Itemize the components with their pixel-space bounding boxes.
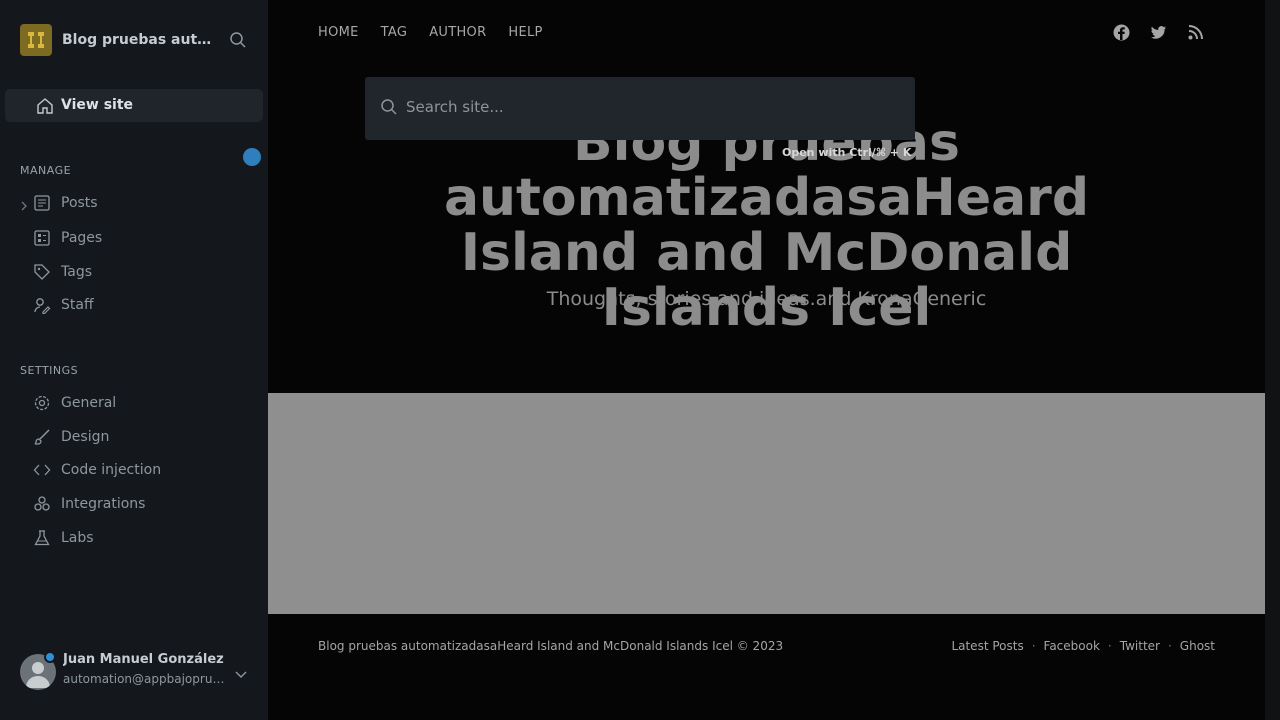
- site-search-box[interactable]: Search site...: [365, 77, 915, 140]
- chevron-right-icon[interactable]: [19, 197, 29, 211]
- sidebar-item-tags[interactable]: Tags: [33, 261, 253, 283]
- home-icon: [36, 97, 54, 115]
- search-input[interactable]: Search site...: [406, 98, 504, 116]
- sidebar-item-label: General: [61, 395, 117, 411]
- sidebar-item-label: Posts: [61, 195, 98, 211]
- gear-icon: [33, 394, 51, 412]
- sidebar-item-labs[interactable]: Labs: [33, 527, 253, 549]
- sidebar-item-label: Staff: [61, 297, 94, 313]
- site-brand[interactable]: Blog pruebas automatizadasaHeard Island …: [20, 24, 214, 56]
- feature-image-placeholder: [268, 393, 1265, 614]
- rss-icon[interactable]: [1187, 24, 1204, 41]
- footer-link-latest-posts[interactable]: Latest Posts: [951, 639, 1023, 653]
- footer-link-facebook[interactable]: Facebook: [1044, 639, 1100, 653]
- nav-author[interactable]: AUTHOR: [429, 25, 486, 40]
- site-logo: [20, 24, 52, 56]
- sidebar-item-label: Pages: [61, 230, 103, 246]
- footer-link-twitter[interactable]: Twitter: [1120, 639, 1160, 653]
- nav-help[interactable]: HELP: [508, 25, 542, 40]
- social-links: [1113, 24, 1224, 41]
- settings-heading: SETTINGS: [20, 364, 79, 377]
- footer-links: Latest Posts · Facebook · Twitter · Ghos…: [951, 639, 1215, 653]
- posts-icon: [33, 194, 51, 212]
- footer-link-ghost[interactable]: Ghost: [1180, 639, 1215, 653]
- sidebar-item-design[interactable]: Design: [33, 426, 253, 448]
- footer-copyright: Blog pruebas automatizadasaHeard Island …: [318, 639, 784, 653]
- integrations-icon: [33, 495, 51, 513]
- sidebar-item-label: Design: [61, 429, 110, 445]
- pages-icon: [33, 229, 51, 247]
- user-email: automation@appbajopruebas.com: [63, 672, 225, 686]
- scrollbar[interactable]: [1265, 0, 1280, 720]
- footer-separator: ·: [1107, 639, 1112, 653]
- nav-home[interactable]: HOME: [318, 25, 359, 40]
- chevron-down-icon[interactable]: [234, 665, 248, 678]
- search-icon[interactable]: [229, 31, 249, 51]
- sidebar-item-label: Code injection: [61, 462, 162, 478]
- sidebar-item-pages[interactable]: Pages: [33, 227, 253, 249]
- site-description: Thoughts, stories and ideas.and KronaGen…: [546, 288, 987, 310]
- user-menu[interactable]: Juan Manuel González automation@appbajop…: [20, 651, 260, 691]
- view-site-label: View site: [61, 97, 134, 113]
- manage-heading: MANAGE: [20, 164, 72, 177]
- staff-icon: [33, 296, 51, 315]
- footer-separator: ·: [1031, 639, 1036, 653]
- sidebar-item-label: Tags: [61, 264, 92, 280]
- sidebar-item-general[interactable]: General: [33, 392, 253, 414]
- sidebar-item-label: Integrations: [61, 496, 146, 512]
- site-title: Blog pruebas automatizadasaHeard Island …: [62, 32, 214, 48]
- footer-separator: ·: [1167, 639, 1172, 653]
- brush-icon: [33, 428, 51, 446]
- user-name: Juan Manuel González: [63, 652, 224, 667]
- status-dot: [44, 651, 56, 663]
- search-shortcut-hint: Open with Ctrl/⌘ + K: [782, 146, 912, 159]
- view-site-link[interactable]: View site: [5, 89, 263, 122]
- twitter-icon[interactable]: [1150, 24, 1167, 41]
- site-nav: HOME TAG AUTHOR HELP: [318, 25, 565, 40]
- sidebar-item-staff[interactable]: Staff: [33, 294, 253, 316]
- sidebar-item-label: Labs: [61, 530, 94, 546]
- site-preview: HOME TAG AUTHOR HELP Blog pruebas automa…: [268, 0, 1265, 720]
- search-icon: [380, 98, 398, 116]
- notification-dot[interactable]: [243, 148, 261, 166]
- code-icon: [33, 461, 51, 479]
- tag-icon: [33, 263, 51, 281]
- sidebar-item-posts[interactable]: Posts: [33, 192, 253, 214]
- sidebar-item-integrations[interactable]: Integrations: [33, 493, 253, 515]
- admin-sidebar: Blog pruebas automatizadasaHeard Island …: [0, 0, 268, 720]
- flask-icon: [33, 529, 51, 547]
- facebook-icon[interactable]: [1113, 24, 1130, 41]
- sidebar-item-code-injection[interactable]: Code injection: [33, 459, 253, 481]
- nav-tag[interactable]: TAG: [381, 25, 408, 40]
